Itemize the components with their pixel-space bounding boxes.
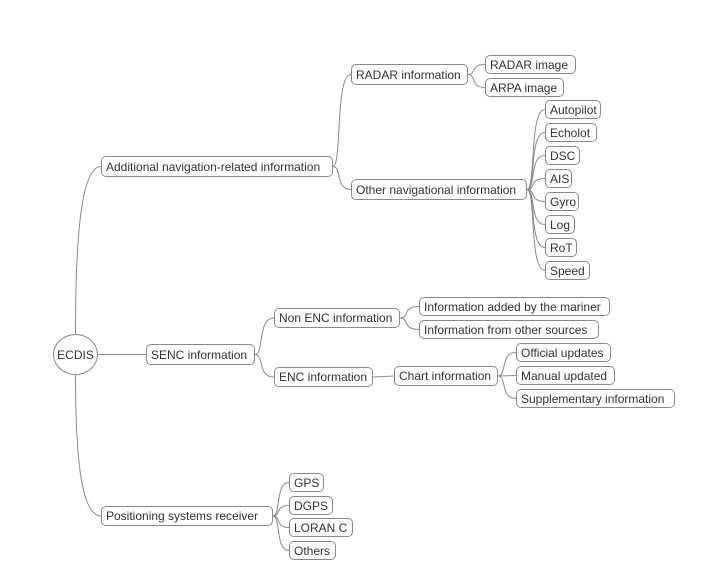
node-manual[interactable]: Manual updated: [516, 366, 615, 385]
node-rot[interactable]: RoT: [545, 238, 577, 257]
node-loran[interactable]: LORAN C: [289, 518, 353, 537]
connector-nonenc-mariner: [399, 306, 420, 319]
node-arpa[interactable]: ARPA image: [485, 78, 564, 97]
node-others[interactable]: Others: [289, 541, 336, 560]
node-radar[interactable]: RADAR information: [351, 64, 468, 85]
connector-add-other: [332, 166, 352, 190]
node-pos[interactable]: Positioning systems receiver: [101, 506, 273, 526]
connector-senc-enc: [254, 354, 275, 378]
node-add[interactable]: Additional navigation-related informatio…: [101, 156, 333, 177]
connector-radar-radarimg: [467, 64, 486, 75]
node-speed[interactable]: Speed: [545, 261, 590, 280]
connector-senc-nonenc: [254, 317, 275, 355]
node-supp[interactable]: Supplementary information: [516, 389, 675, 408]
node-dgps[interactable]: DGPS: [289, 496, 333, 515]
node-enc[interactable]: ENC information: [274, 367, 373, 387]
connector-enc-chart: [372, 375, 395, 378]
node-official[interactable]: Official updates: [516, 343, 611, 362]
connector-root-add: [75, 166, 102, 335]
node-senc[interactable]: SENC information: [146, 344, 255, 365]
node-other[interactable]: Other navigational information: [351, 179, 527, 200]
root-node-ecdis[interactable]: ECDIS: [53, 334, 98, 375]
connector-radar-arpa: [467, 74, 486, 88]
connector-pos-gps: [272, 482, 290, 517]
connector-nonenc-othersrc: [399, 317, 420, 330]
connector-layer: [75, 64, 546, 551]
connector-chart-official: [497, 352, 517, 377]
node-dsc[interactable]: DSC: [545, 146, 580, 165]
node-chart[interactable]: Chart information: [394, 366, 498, 386]
node-radarimg[interactable]: RADAR image: [485, 55, 576, 74]
node-log[interactable]: Log: [545, 215, 575, 234]
connector-chart-supp: [497, 375, 517, 399]
connector-chart-manual: [497, 375, 517, 377]
node-gyro[interactable]: Gyro: [545, 192, 579, 211]
node-gps[interactable]: GPS: [289, 473, 324, 492]
node-mariner[interactable]: Information added by the mariner: [419, 297, 610, 316]
node-nonenc[interactable]: Non ENC information: [274, 308, 400, 328]
connector-add-radar: [332, 74, 352, 167]
connector-other-autopilot: [526, 109, 546, 190]
node-autopilot[interactable]: Autopilot: [545, 100, 601, 119]
node-othersrc[interactable]: Information from other sources: [419, 320, 599, 339]
mindmap: ECDIS Additional navigation-related info…: [0, 0, 717, 580]
node-ais[interactable]: AIS: [545, 169, 572, 188]
connector-root-pos: [75, 374, 102, 517]
node-echolot[interactable]: Echolot: [545, 123, 597, 142]
connector-pos-others: [272, 515, 290, 551]
